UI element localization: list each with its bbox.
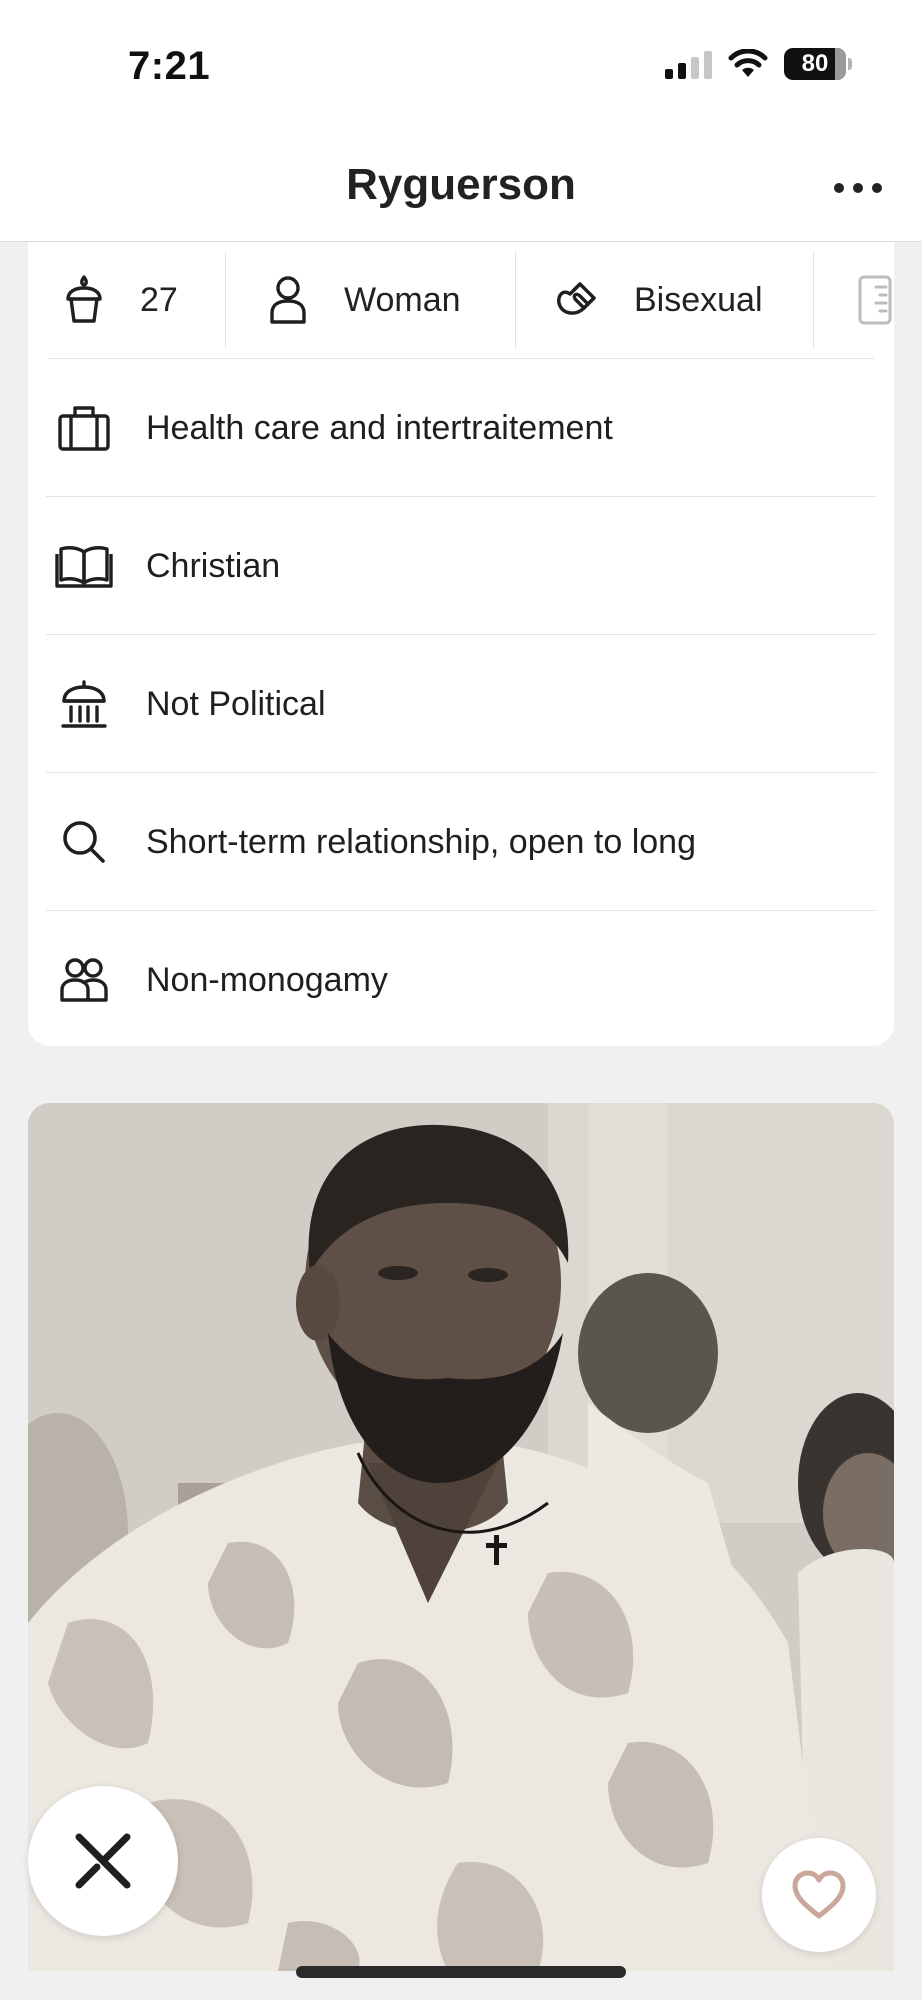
status-icons: 80: [665, 48, 852, 80]
people-icon: [52, 948, 116, 1012]
info-row-label: Short-term relationship, open to long: [146, 822, 696, 861]
info-row-label: Christian: [146, 546, 281, 585]
info-row-label: Non-monogamy: [146, 960, 388, 999]
info-row-label: Health care and intertraitement: [146, 408, 613, 447]
status-bar: 7:21 80: [0, 0, 922, 130]
profile-name: Ryguerson: [346, 160, 576, 209]
profile-header: Ryguerson: [0, 130, 922, 242]
chip-gender-label: Woman: [344, 280, 461, 319]
info-row-looking-for: Short-term relationship, open to long: [28, 773, 894, 911]
chip-orientation: Bisexual: [516, 252, 814, 348]
chip-age: 27: [28, 252, 226, 348]
chip-orientation-label: Bisexual: [634, 280, 763, 319]
chip-height: [814, 252, 894, 348]
like-button[interactable]: [762, 1838, 876, 1952]
info-row-politics: Not Political: [28, 635, 894, 773]
info-row-religion: Christian: [28, 497, 894, 635]
vitals-chips[interactable]: 27 Woman Bisexual: [28, 242, 894, 358]
ellipsis-icon: [834, 183, 844, 193]
info-row-label: Not Political: [146, 684, 326, 723]
briefcase-icon: [52, 396, 116, 460]
more-options-button[interactable]: [828, 170, 888, 206]
battery-icon: 80: [784, 48, 852, 80]
cellular-signal-icon: [665, 49, 712, 79]
cake-icon: [58, 274, 110, 326]
pass-button[interactable]: [28, 1786, 178, 1936]
profile-info-card: 27 Woman Bisexual Health care and intert…: [28, 242, 894, 1046]
status-time: 7:21: [128, 44, 211, 88]
wifi-icon: [728, 49, 768, 79]
battery-level: 80: [801, 50, 829, 77]
home-indicator[interactable]: [296, 1966, 626, 1978]
ruler-icon: [850, 274, 894, 326]
government-building-icon: [52, 672, 116, 736]
search-icon: [52, 810, 116, 874]
chip-age-label: 27: [140, 280, 178, 319]
heart-icon: [792, 1870, 846, 1919]
chip-gender: Woman: [226, 252, 516, 348]
book-icon: [52, 534, 116, 598]
profile-screen: 7:21 80 Ryguerson 27 Woman Bisexual Heal…: [0, 0, 922, 2000]
close-icon: [75, 1833, 131, 1889]
info-row-relationship-type: Non-monogamy: [28, 911, 894, 1046]
info-row-work: Health care and intertraitement: [28, 359, 894, 497]
magnet-icon: [552, 274, 604, 326]
person-icon: [262, 274, 314, 326]
